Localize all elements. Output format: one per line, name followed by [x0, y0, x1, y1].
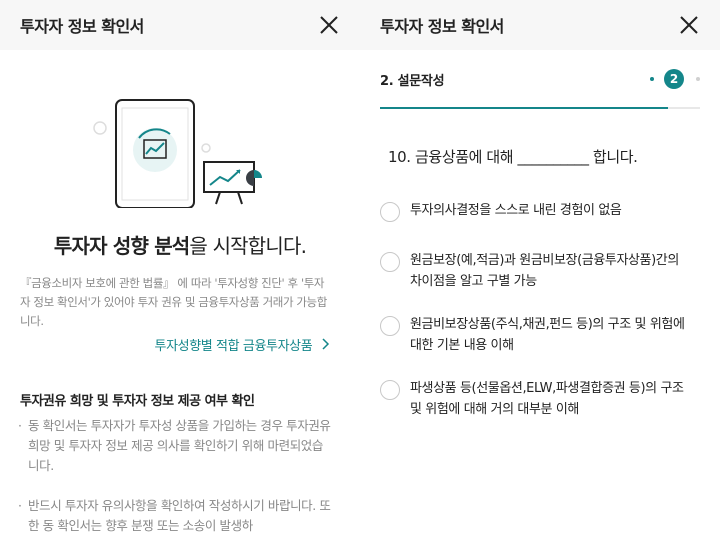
- suitable-products-link[interactable]: 투자성향별 적합 금융투자상품: [155, 335, 330, 354]
- step-dot-next: [696, 77, 700, 81]
- header: 투자자 정보 확인서: [360, 0, 720, 50]
- answer-option-label: 파생상품 등(선물옵션,ELW,파생결합증권 등)의 구조 및 위험에 대해 거…: [410, 381, 684, 417]
- step-label: 2. 설문작성: [380, 74, 445, 89]
- investment-analysis-illustration: [93, 99, 262, 208]
- notice-text: 반드시 투자자 유의사항을 확인하여 작성하시기 바랍니다. 또한 동 확인서는…: [28, 498, 331, 533]
- page-title: 투자자 정보 확인서: [380, 17, 504, 36]
- intro-description: 『금융소비자 보호에 관한 법률』 에 따라 '투자성향 진단' 후 '투자자 …: [20, 276, 327, 328]
- bullet-marker: ·: [18, 498, 22, 513]
- step-current-badge: 2: [664, 69, 684, 89]
- list-item: · 반드시 투자자 유의사항을 확인하여 작성하시기 바랍니다. 또한 동 확인서…: [18, 496, 332, 536]
- radio-button[interactable]: [380, 380, 400, 400]
- intro-heading-rest: 을 시작합니다.: [189, 234, 307, 258]
- radio-button[interactable]: [380, 252, 400, 272]
- intro-heading: 투자자 성향 분석을 시작합니다.: [0, 230, 360, 259]
- header: 투자자 정보 확인서: [0, 0, 360, 50]
- radio-button[interactable]: [380, 202, 400, 222]
- notice-list: · 동 확인서는 투자자가 투자성 상품을 가입하는 경우 투자권유 희망 및 투…: [18, 416, 332, 536]
- answer-option-label: 원금보장(예,적금)과 원금비보장(금융투자상품)간의 차이점을 알고 구별 가…: [410, 253, 679, 289]
- progress-bar: [380, 107, 700, 109]
- close-icon[interactable]: [678, 14, 700, 36]
- bullet-marker: ·: [18, 418, 22, 433]
- radio-button[interactable]: [380, 316, 400, 336]
- close-icon[interactable]: [318, 14, 340, 36]
- question-text: 10. 금융상품에 대해 __________ 합니다.: [388, 148, 638, 166]
- progress-fill: [380, 107, 668, 109]
- notice-text: 동 확인서는 투자자가 투자성 상품을 가입하는 경우 투자권유 희망 및 투자…: [28, 418, 331, 473]
- chevron-right-icon: [322, 338, 330, 350]
- step-indicator: 2: [646, 68, 706, 92]
- page-title: 투자자 정보 확인서: [20, 17, 144, 36]
- answer-option-label: 투자의사결정을 스스로 내린 경험이 없음: [410, 203, 622, 218]
- notice-title: 투자권유 희망 및 투자자 정보 제공 여부 확인: [20, 394, 255, 409]
- step-dot-previous: [650, 77, 654, 81]
- intro-heading-bold: 투자자 성향 분석: [53, 234, 190, 258]
- intro-panel: 투자자 정보 확인서 투자자 성향 분석을 시작합니다. 『금융소비자 보호에 …: [0, 0, 360, 536]
- survey-panel: 투자자 정보 확인서 2. 설문작성 2 10. 금융상품에 대해 ______…: [360, 0, 720, 536]
- list-item: · 동 확인서는 투자자가 투자성 상품을 가입하는 경우 투자권유 희망 및 투…: [18, 416, 332, 476]
- suitable-products-link-label: 투자성향별 적합 금융투자상품: [154, 339, 313, 354]
- answer-option-label: 원금비보장상품(주식,채권,펀드 등)의 구조 및 위험에 대한 기본 내용 이…: [410, 317, 685, 353]
